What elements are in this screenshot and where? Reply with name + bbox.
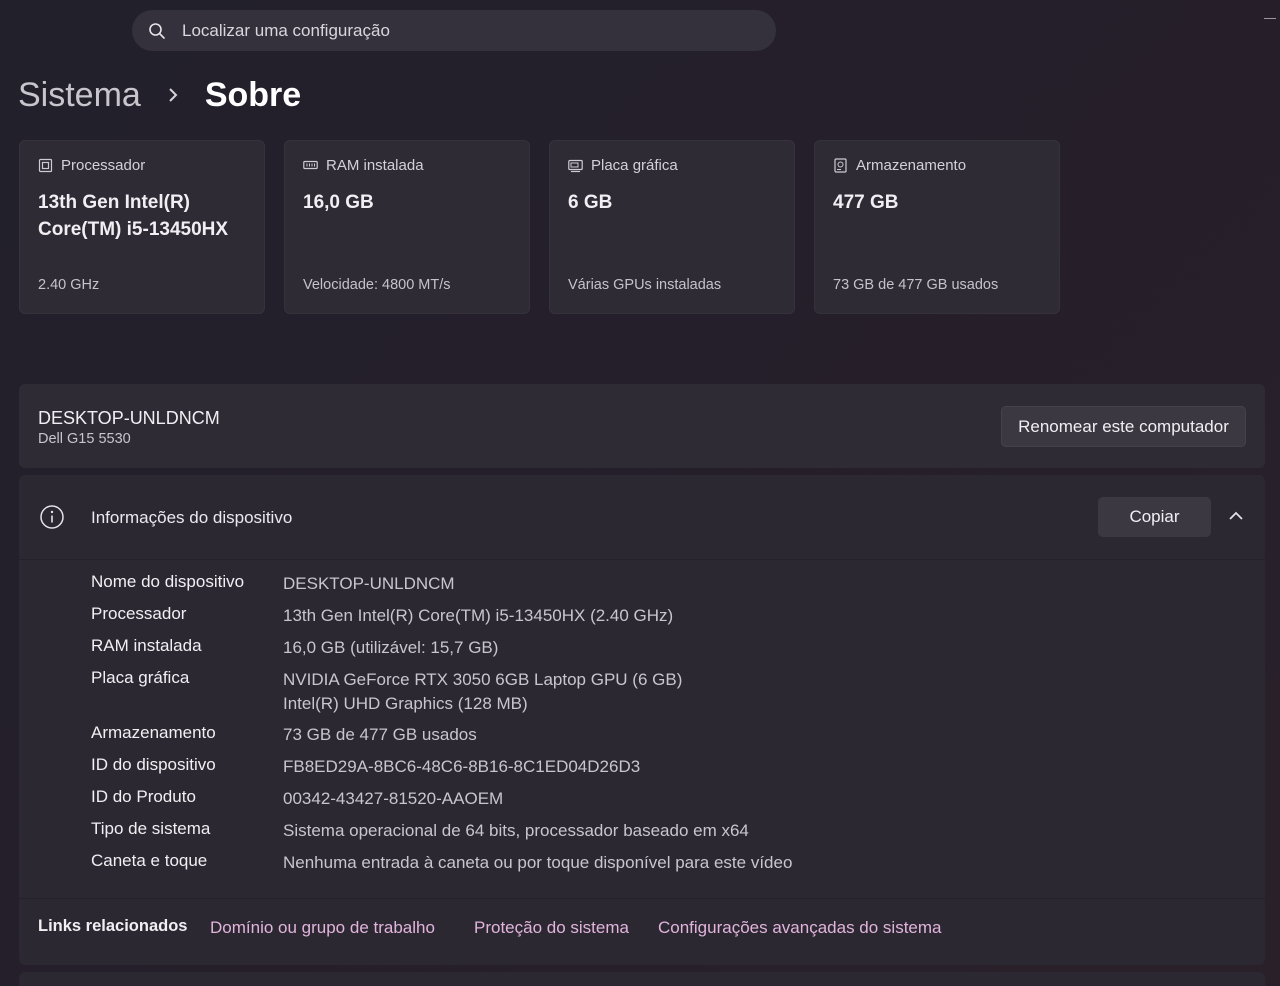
spec-label: Tipo de sistema [91, 819, 211, 838]
card-sub: Várias GPUs instaladas [568, 277, 722, 293]
spec-value: 73 GB de 477 GB usados [283, 725, 477, 744]
spec-value-secondary: Intel(R) UHD Graphics (128 MB) [283, 694, 528, 713]
card-gpu[interactable]: Placa gráfica 6 GB Várias GPUs instalada… [549, 140, 795, 314]
card-label: Processador [61, 157, 146, 174]
card-value: 477 GB [833, 192, 899, 213]
card-sub: 2.40 GHz [38, 277, 100, 293]
card-label: Armazenamento [856, 157, 967, 174]
spec-value: DESKTOP-UNLDNCM [283, 574, 455, 593]
spec-label: Caneta e toque [91, 851, 208, 870]
spec-value: 16,0 GB (utilizável: 15,7 GB) [283, 638, 499, 657]
processor-icon [38, 158, 53, 173]
card-ram[interactable]: RAM instalada 16,0 GB Velocidade: 4800 M… [284, 140, 530, 314]
gpu-icon [568, 159, 583, 173]
chevron-up-icon[interactable] [1225, 505, 1247, 527]
card-value: 6 GB [568, 192, 613, 213]
device-name-bar: DESKTOP-UNLDNCM Dell G15 5530 Renomear e… [19, 384, 1265, 468]
search-box[interactable] [132, 10, 776, 51]
spec-label: Nome do dispositivo [91, 572, 245, 591]
device-model: Dell G15 5530 [38, 431, 131, 447]
spec-label: Armazenamento [91, 723, 216, 742]
page-title: Sobre [204, 75, 302, 114]
card-value: 13th Gen Intel(R) Core(TM) i5-13450HX [38, 192, 229, 240]
related-links-title: Links relacionados [38, 917, 188, 935]
search-input[interactable] [182, 10, 742, 51]
info-icon [40, 505, 64, 529]
card-storage[interactable]: Armazenamento 477 GB 73 GB de 477 GB usa… [814, 140, 1060, 314]
card-label: Placa gráfica [591, 157, 678, 174]
spec-value: 00342-43427-81520-AAOEM [283, 789, 504, 808]
related-links-bar: Links relacionados Domínio ou grupo de t… [19, 898, 1265, 959]
spec-label: Processador [91, 604, 187, 623]
breadcrumb: Sistema Sobre [18, 70, 301, 120]
spec-value: Nenhuma entrada à caneta ou por toque di… [283, 853, 793, 872]
device-info-panel: Informações do dispositivo Copiar Nome d… [19, 475, 1265, 965]
storage-icon [834, 158, 847, 173]
spec-value: 13th Gen Intel(R) Core(TM) i5-13450HX (2… [283, 606, 674, 625]
chevron-right-icon [169, 88, 178, 102]
spec-value: NVIDIA GeForce RTX 3050 6GB Laptop GPU (… [283, 670, 683, 689]
spec-label: RAM instalada [91, 636, 202, 655]
minimize-icon[interactable] [1264, 18, 1276, 19]
rename-computer-button[interactable]: Renomear este computador [1001, 406, 1246, 447]
spec-value: FB8ED29A-8BC6-48C6-8B16-8C1ED04D26D3 [283, 757, 641, 776]
link-domain-workgroup[interactable]: Domínio ou grupo de trabalho [210, 918, 435, 938]
spec-label: ID do Produto [91, 787, 196, 806]
link-advanced-system-settings[interactable]: Configurações avançadas do sistema [658, 918, 942, 938]
card-sub: 73 GB de 477 GB usados [833, 277, 999, 293]
search-icon [149, 23, 165, 39]
ram-icon [303, 160, 318, 170]
spec-value: Sistema operacional de 64 bits, processa… [283, 821, 749, 840]
card-label: RAM instalada [326, 157, 424, 174]
device-name: DESKTOP-UNLDNCM [38, 408, 220, 428]
breadcrumb-parent[interactable]: Sistema [18, 76, 141, 115]
device-info-title: Informações do dispositivo [91, 508, 293, 527]
card-sub: Velocidade: 4800 MT/s [303, 277, 451, 293]
card-processor[interactable]: Processador 13th Gen Intel(R) Core(TM) i… [19, 140, 265, 314]
card-value: 16,0 GB [303, 192, 374, 213]
link-system-protection[interactable]: Proteção do sistema [474, 918, 629, 938]
device-info-header[interactable]: Informações do dispositivo Copiar [19, 475, 1265, 560]
spec-label: Placa gráfica [91, 668, 190, 687]
spec-label: ID do dispositivo [91, 755, 216, 774]
copy-button[interactable]: Copiar [1098, 497, 1211, 537]
